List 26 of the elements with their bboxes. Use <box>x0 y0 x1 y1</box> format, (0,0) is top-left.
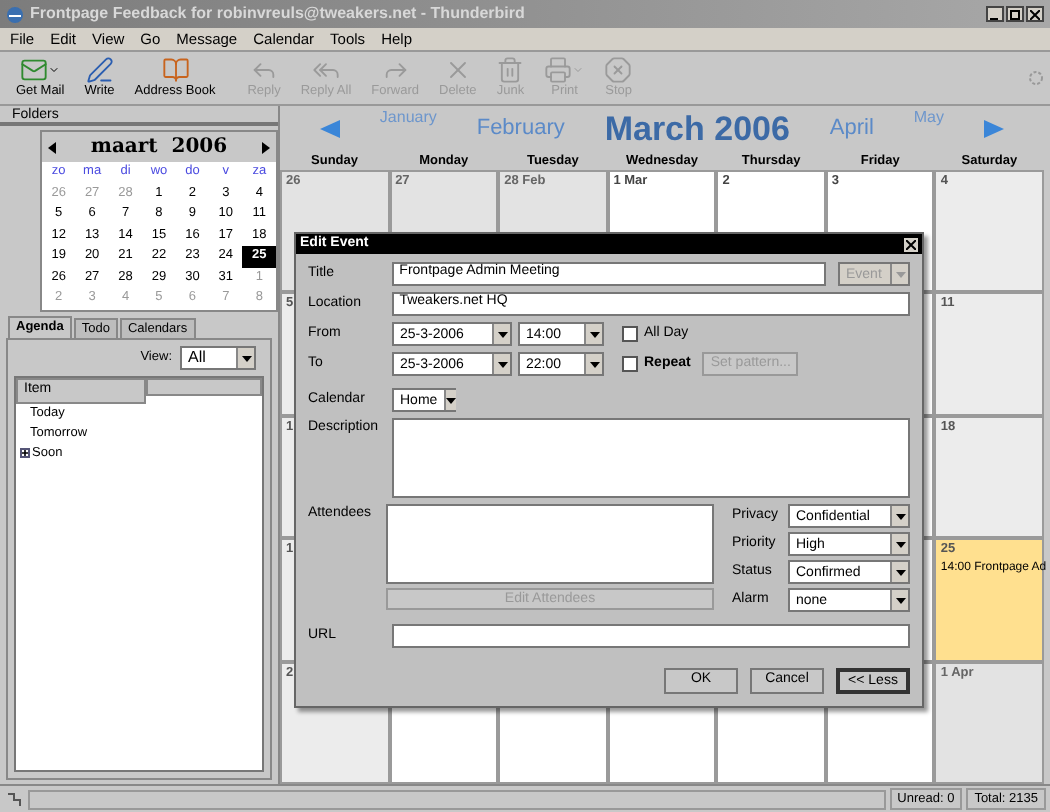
caret-icon <box>48 64 61 77</box>
close-button[interactable] <box>1026 6 1044 22</box>
next-month-icon <box>261 141 270 153</box>
attendees-field[interactable] <box>386 504 714 584</box>
previous-month-icon <box>48 141 56 153</box>
maximize-button[interactable] <box>1006 6 1024 22</box>
throbber-icon <box>1028 70 1044 86</box>
checkbox[interactable] <box>622 356 638 372</box>
maximize-icon <box>1010 9 1020 19</box>
checkbox[interactable] <box>622 326 638 342</box>
description-field[interactable] <box>391 418 910 498</box>
caret-icon <box>572 64 585 77</box>
connection-icon <box>4 789 24 809</box>
close-button[interactable] <box>904 237 918 251</box>
column-header[interactable] <box>146 378 262 397</box>
expand-icon[interactable] <box>20 448 30 459</box>
window-title: Frontpage Feedback for robinvreuls@tweakers.net - Thunderbird <box>30 2 527 26</box>
pen-icon <box>85 56 114 85</box>
book-icon <box>161 56 189 85</box>
minimize-button[interactable] <box>986 6 1004 22</box>
mini-calendar-month: maart 2006 <box>90 134 228 162</box>
app-icon <box>6 5 24 23</box>
close-icon <box>1030 9 1040 19</box>
view-dropdown[interactable]: All <box>180 346 256 371</box>
url-field[interactable] <box>391 624 910 648</box>
mail-icon <box>20 56 49 85</box>
